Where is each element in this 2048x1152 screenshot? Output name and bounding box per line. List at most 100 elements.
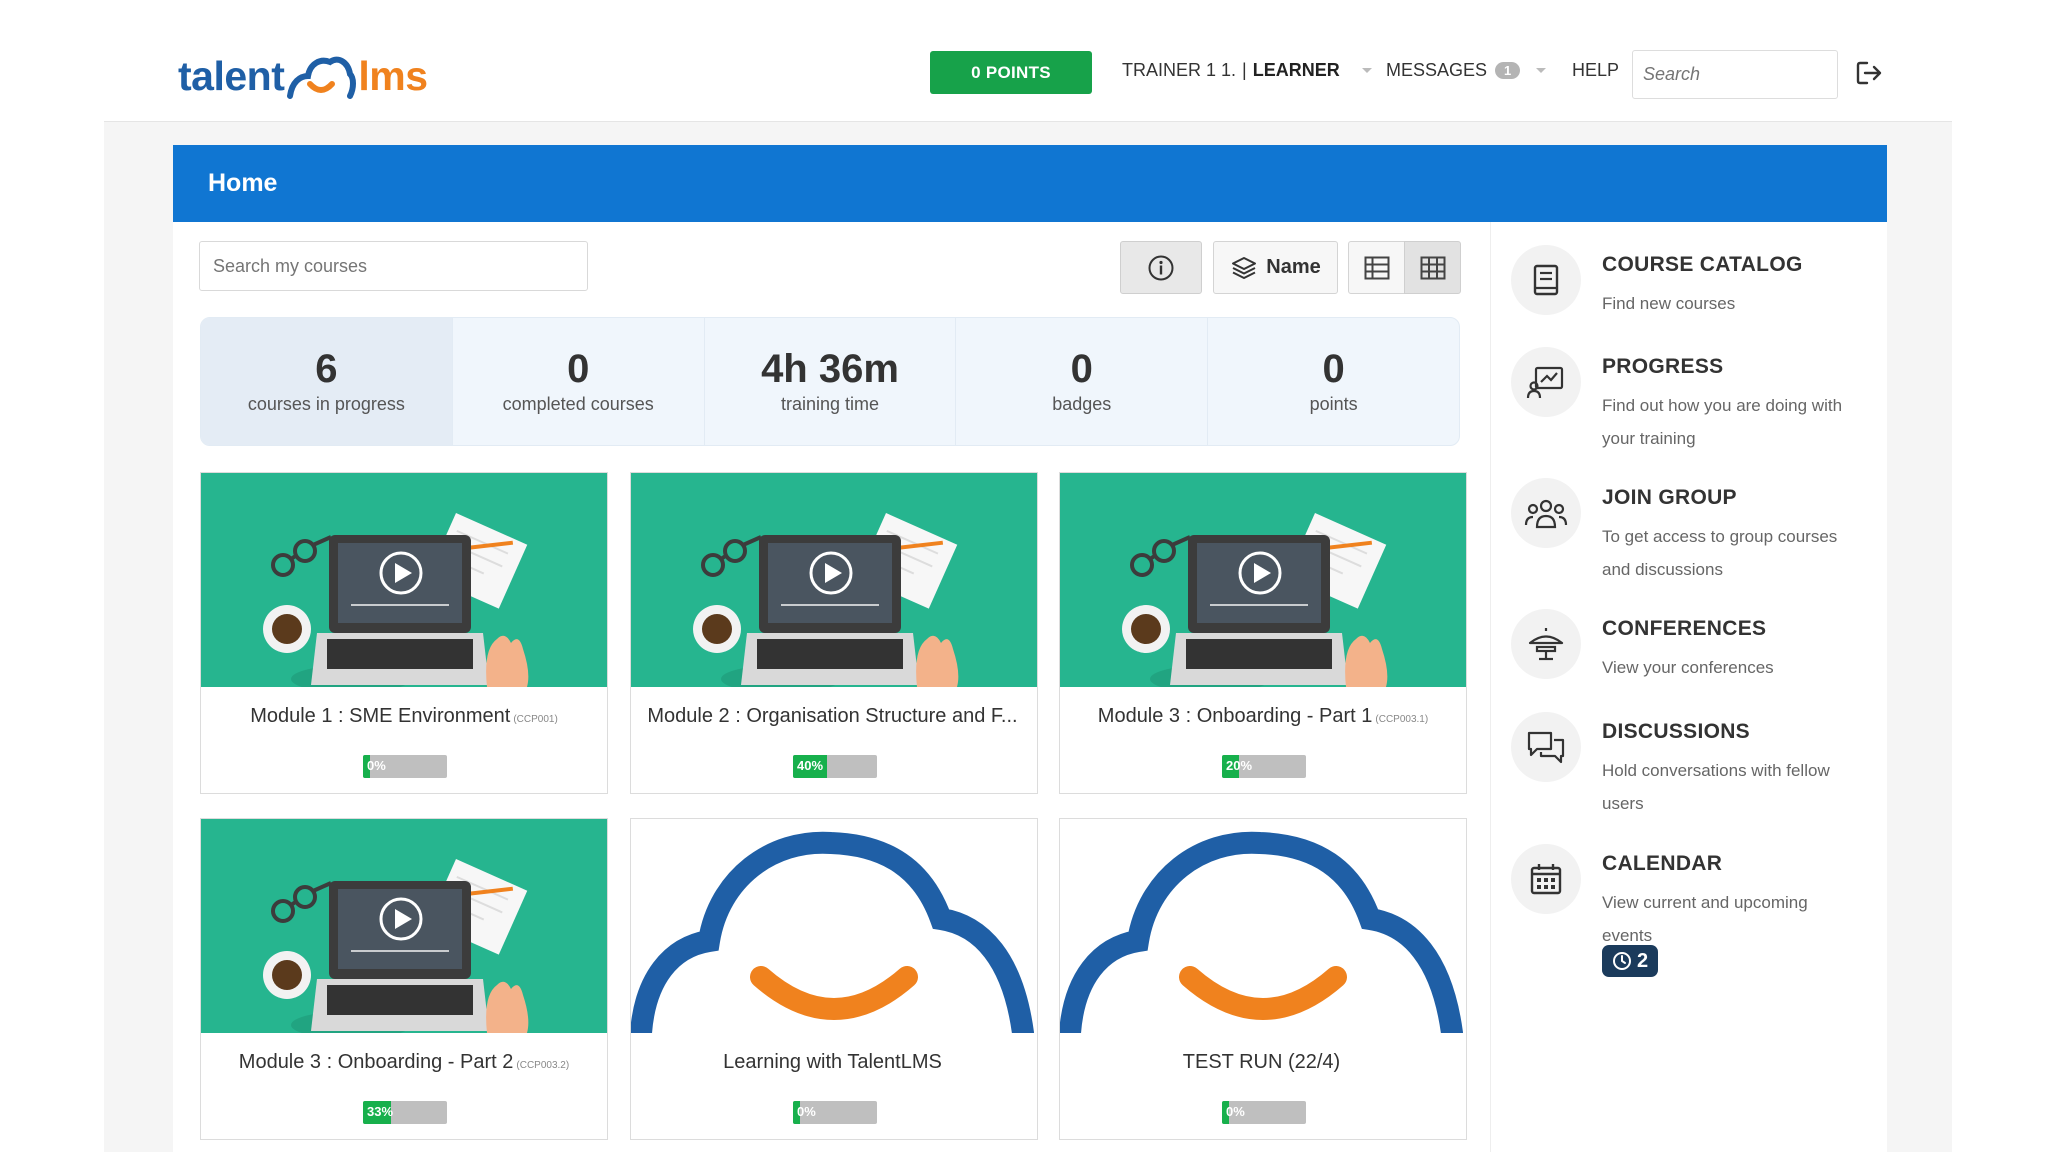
progress-text: 0% <box>1226 1104 1245 1119</box>
stat-badges[interactable]: 0 badges <box>956 318 1209 445</box>
course-thumbnail <box>631 819 1037 1033</box>
sidebar-item-title: COURSE CATALOG <box>1602 253 1803 276</box>
course-title: Module 3 : Onboarding - Part 2 <box>238 1051 514 1073</box>
talentlms-logo[interactable]: talent lms <box>178 46 428 106</box>
sidebar-item-calendar[interactable]: CALENDAR View current and upcoming event… <box>1511 844 1871 984</box>
stat-label: badges <box>1052 394 1112 414</box>
course-progress-bar: 33% <box>363 1101 447 1124</box>
progress-text: 40% <box>797 758 824 773</box>
course-progress-bar: 0% <box>793 1101 877 1124</box>
stat-value: 6 <box>315 347 338 391</box>
course-card[interactable]: Learning with TalentLMS 0% <box>630 818 1038 1140</box>
stat-label: completed courses <box>502 394 654 414</box>
sidebar-item-title: PROGRESS <box>1602 355 1724 378</box>
laptop-illustration <box>631 473 1037 687</box>
course-code: (CCP003.1) <box>1375 714 1429 725</box>
stat-value: 0 <box>1322 347 1345 391</box>
progress-text: 20% <box>1226 758 1253 773</box>
course-card[interactable]: Module 1 : SME Environment (CCP001) 0% <box>200 472 608 794</box>
stat-courses-in-progress[interactable]: 6 courses in progress <box>201 318 453 445</box>
course-thumbnail <box>201 819 607 1033</box>
laptop-illustration <box>201 819 607 1033</box>
sidebar-item-desc: Find out how you are doing with your tra… <box>1602 396 1843 448</box>
sort-label: Name <box>1266 256 1321 278</box>
points-button[interactable]: 0 POINTS <box>930 51 1092 94</box>
chevron-down-icon <box>1536 68 1547 73</box>
info-button[interactable] <box>1120 241 1202 294</box>
sidebar-item-desc: View your conferences <box>1602 658 1774 677</box>
logo-text-lms: lms <box>358 52 428 99</box>
course-title: TEST RUN (22/4) <box>1182 1051 1341 1073</box>
messages-count-badge: 1 <box>1495 62 1521 79</box>
info-icon <box>1148 255 1174 280</box>
upcoming-events-badge[interactable]: 2 <box>1602 945 1659 977</box>
sidebar-item-desc: View current and upcoming events <box>1602 893 1808 945</box>
course-progress-bar: 40% <box>793 755 877 778</box>
main-panel: Home Name <box>173 145 1887 1152</box>
chevron-down-icon <box>1361 68 1372 73</box>
sidebar-item-desc: Find new courses <box>1602 294 1736 313</box>
logo-text-talent: talent <box>178 52 285 99</box>
course-card[interactable]: Module 3 : Onboarding - Part 2 (CCP003.2)… <box>200 818 608 1140</box>
stat-points[interactable]: 0 points <box>1208 318 1459 445</box>
course-card[interactable]: Module 3 : Onboarding - Part 1 (CCP003.1)… <box>1059 472 1467 794</box>
calendar-icon <box>1511 844 1581 914</box>
course-card[interactable]: TEST RUN (22/4) 0% <box>1059 818 1467 1140</box>
layers-icon <box>1232 256 1257 279</box>
laptop-illustration <box>1060 473 1466 687</box>
course-title-row: Module 1 : SME Environment (CCP001) <box>201 705 607 728</box>
sidebar-item-title: DISCUSSIONS <box>1602 720 1750 743</box>
course-title: Module 2 : Organisation Structure and F.… <box>647 705 1018 727</box>
sidebar-item-conferences[interactable]: CONFERENCES View your conferences <box>1511 609 1871 699</box>
stat-value: 0 <box>567 347 590 391</box>
progress-text: 0% <box>367 758 386 773</box>
progress-text: 33% <box>367 1104 394 1119</box>
user-menu[interactable]: TRAINER 1 1. | LEARNER <box>1122 60 1372 81</box>
clock-icon <box>1613 952 1631 970</box>
course-thumbnail <box>1060 819 1466 1033</box>
course-title-row: Learning with TalentLMS <box>631 1051 1037 1074</box>
course-search-input[interactable] <box>199 241 588 291</box>
global-search-input[interactable] <box>1632 50 1838 99</box>
user-role: LEARNER <box>1252 60 1340 80</box>
course-title: Module 3 : Onboarding - Part 1 <box>1097 705 1373 727</box>
conference-icon <box>1511 609 1581 679</box>
course-code: (CCP003.2) <box>516 1060 570 1071</box>
user-separator: | <box>1242 60 1247 80</box>
sidebar-divider <box>1490 222 1491 1152</box>
page-title: Home <box>208 169 278 197</box>
messages-menu[interactable]: MESSAGES 1 <box>1386 60 1547 81</box>
stat-training-time: 4h 36m training time <box>705 318 957 445</box>
sidebar-item-discussions[interactable]: DISCUSSIONS Hold conversations with fell… <box>1511 712 1871 822</box>
logout-icon[interactable] <box>1854 58 1884 88</box>
stat-completed-courses[interactable]: 0 completed courses <box>453 318 705 445</box>
talentlms-cloud-illustration <box>631 819 1037 1033</box>
course-thumbnail <box>1060 473 1466 687</box>
list-view-icon <box>1364 256 1389 279</box>
grid-view-icon <box>1420 256 1445 279</box>
stat-label: training time <box>780 394 880 414</box>
course-card[interactable]: Module 2 : Organisation Structure and F.… <box>630 472 1038 794</box>
user-name: TRAINER 1 1. <box>1122 60 1237 80</box>
sidebar-item-title: CONFERENCES <box>1602 617 1767 640</box>
book-icon <box>1511 245 1581 315</box>
stat-value: 4h 36m <box>761 347 899 391</box>
course-title-row: Module 3 : Onboarding - Part 2 (CCP003.2) <box>201 1051 607 1074</box>
help-link[interactable]: HELP <box>1572 60 1619 81</box>
upcoming-events-count: 2 <box>1637 949 1649 972</box>
group-icon <box>1511 478 1581 548</box>
sidebar-item-join-group[interactable]: JOIN GROUP To get access to group course… <box>1511 478 1871 588</box>
stat-value: 0 <box>1070 347 1093 391</box>
list-view-button[interactable] <box>1348 241 1405 294</box>
sidebar-item-progress[interactable]: PROGRESS Find out how you are doing with… <box>1511 347 1871 457</box>
logo-cloud-icon <box>287 56 357 99</box>
course-progress-bar: 20% <box>1222 755 1306 778</box>
course-progress-bar: 0% <box>1222 1101 1306 1124</box>
course-title-row: Module 3 : Onboarding - Part 1 (CCP003.1) <box>1060 705 1466 728</box>
sidebar-item-course-catalog[interactable]: COURSE CATALOG Find new courses <box>1511 245 1871 335</box>
top-header: talent lms 0 POINTS TRAINER 1 1. | LEARN… <box>0 0 2048 122</box>
course-progress-bar: 0% <box>363 755 447 778</box>
sort-by-name-button[interactable]: Name <box>1213 241 1338 294</box>
sidebar-item-title: CALENDAR <box>1602 852 1723 875</box>
grid-view-button[interactable] <box>1404 241 1461 294</box>
